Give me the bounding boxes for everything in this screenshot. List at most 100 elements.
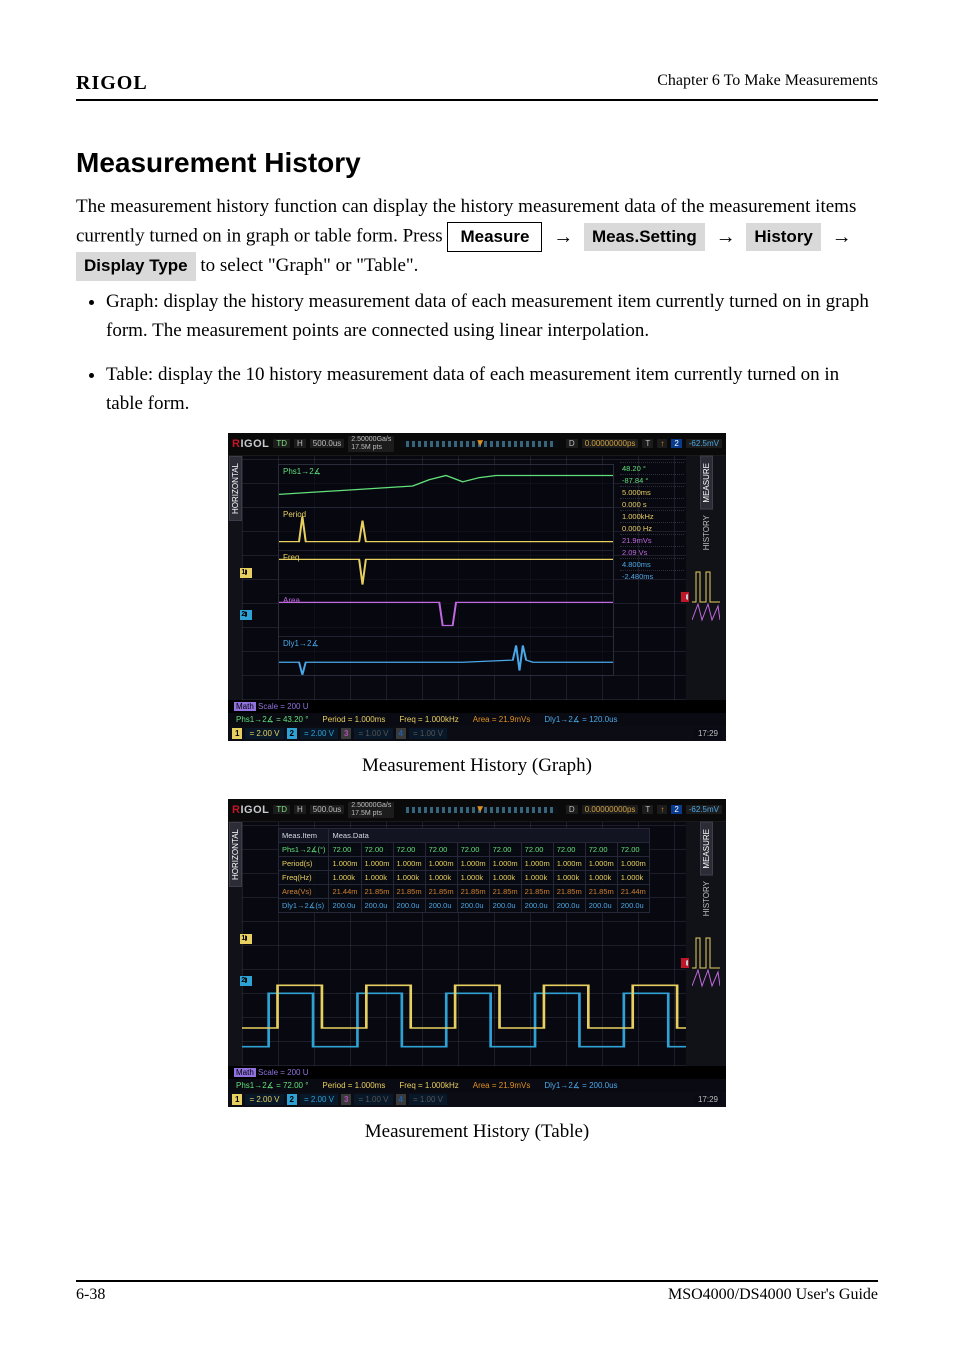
ch4-chip[interactable]: 4 xyxy=(396,728,406,739)
trigger-level: -62.5mV xyxy=(686,439,722,448)
ch2-scale: 2.00 V xyxy=(311,729,334,738)
ch1-chip[interactable]: 1 xyxy=(232,1094,242,1105)
ch3-chip[interactable]: 3 xyxy=(341,728,351,739)
horizontal-tab[interactable]: HORIZONTAL xyxy=(229,822,242,887)
table-row: Period(s)1.000m1.000m1.000m1.000m1.000m1… xyxy=(279,856,650,870)
trigger-level-marker-icon: ◀ xyxy=(681,592,689,602)
status-phase: Phs1→2∡ = 43.20 ° xyxy=(236,715,308,724)
displaytype-softkey[interactable]: Display Type xyxy=(76,252,196,281)
table-row: Freq(Hz)1.000k1.000k1.000k1.000k1.000k1.… xyxy=(279,870,650,884)
list-item: Graph: display the history measurement d… xyxy=(106,287,878,346)
arrow-icon: → xyxy=(547,226,579,248)
trend-min: 0.000 Hz xyxy=(620,522,684,534)
ch3-scale: 1.00 V xyxy=(365,729,388,738)
ch1-chip[interactable]: 1 xyxy=(232,728,242,739)
scope-topbar: RIGOL TD H 500.0us 2.50000Ga/s17.5M pts … xyxy=(228,433,726,456)
waveform-screen: 1▶ 2▶ ◀ Meas.ItemMeas.Data Phs1→2∡(°)72.… xyxy=(242,822,686,1066)
memory-buffer-bar: ▼ xyxy=(402,806,558,814)
trend-min: -2.480ms xyxy=(620,570,684,582)
memory-buffer-bar: ▼ xyxy=(402,440,558,448)
delay-value: 0.00000000ps xyxy=(582,805,639,814)
delay-value: 0.00000000ps xyxy=(582,439,639,448)
trend-max: 5.000ms xyxy=(620,486,684,498)
page-number: 6-38 xyxy=(76,1286,105,1304)
status-freq: Freq = 1.000kHz xyxy=(399,1081,458,1090)
t-chip: T xyxy=(642,439,653,448)
h-chip: H xyxy=(294,805,306,814)
trend-min: 2.09 Vs xyxy=(620,546,684,558)
math-row: Math Scale = 200 U xyxy=(228,1066,726,1079)
trend-right-values: 48.20 ° -87.84 ° 5.000ms 0.000 s 1.000kH… xyxy=(620,462,684,582)
trend-min: -87.84 ° xyxy=(620,474,684,486)
chapter-title: Chapter 6 To Make Measurements xyxy=(657,72,878,90)
page-footer: 6-38 MSO4000/DS4000 User's Guide xyxy=(76,1280,878,1304)
scope-screenshot-table: RIGOL TD H 500.0us 2.50000Ga/s17.5M pts … xyxy=(228,799,726,1107)
timebase-value: 500.0us xyxy=(310,439,344,448)
table-row: Phs1→2∡(°)72.0072.0072.0072.0072.0072.00… xyxy=(279,842,650,856)
ch1-ground-marker-icon: 1▶ xyxy=(240,568,252,578)
table-row: Dly1→2∡(s)200.0u200.0u200.0u200.0u200.0u… xyxy=(279,898,650,912)
h-chip: H xyxy=(294,439,306,448)
trigger-channel: 2 xyxy=(671,805,681,814)
math-scale: Scale = 200 U xyxy=(258,1068,308,1077)
right-tabs: MEASURE HISTORY xyxy=(686,456,726,700)
ch1-scale: 2.00 V xyxy=(256,729,279,738)
intro-text-2: to select "Graph" or "Table". xyxy=(200,255,418,276)
trend-max: 4.800ms xyxy=(620,558,684,570)
ch2-ground-marker-icon: 2▶ xyxy=(240,610,252,620)
status-delay: Dly1→2∡ = 120.0us xyxy=(544,715,617,724)
horizontal-tab[interactable]: HORIZONTAL xyxy=(229,456,242,521)
status-delay: Dly1→2∡ = 200.0us xyxy=(544,1081,617,1090)
t-chip: T xyxy=(642,805,653,814)
trigger-level-marker-icon: ◀ xyxy=(681,958,689,968)
trigger-level: -62.5mV xyxy=(686,805,722,814)
arrow-icon: → xyxy=(710,226,742,248)
history-tab[interactable]: HISTORY xyxy=(701,509,712,556)
trend-min: 0.000 s xyxy=(620,498,684,510)
clock-time: 17:29 xyxy=(694,1094,722,1105)
measure-tab[interactable]: MEASURE xyxy=(700,456,713,510)
measure-tab[interactable]: MEASURE xyxy=(700,822,713,876)
arrow-icon: → xyxy=(826,226,858,248)
logo-IGOL: IGOL xyxy=(240,804,269,816)
preview-waveform-icon xyxy=(692,928,720,988)
ch2-chip[interactable]: 2 xyxy=(287,728,297,739)
ch3-mode: = xyxy=(358,729,363,738)
ch1-mode: = xyxy=(249,729,254,738)
status-area: Area = 21.9mVs xyxy=(473,1081,531,1090)
table-header-item: Meas.Item xyxy=(279,828,329,842)
status-phase: Phs1→2∡ = 72.00 ° xyxy=(236,1081,308,1090)
scope-screenshot-graph: RIGOL TD H 500.0us 2.50000Ga/s17.5M pts … xyxy=(228,433,726,741)
bullet-list: Graph: display the history measurement d… xyxy=(76,287,878,419)
trigger-edge-icon: ↑ xyxy=(657,805,667,814)
ch4-chip[interactable]: 4 xyxy=(396,1094,406,1105)
right-tabs: MEASURE HISTORY xyxy=(686,822,726,1066)
scope-topbar: RIGOL TD H 500.0us 2.50000Ga/s17.5M pts … xyxy=(228,799,726,822)
intro-paragraph: The measurement history function can dis… xyxy=(76,193,878,281)
figure-caption-2: Measurement History (Table) xyxy=(76,1121,878,1143)
history-tab[interactable]: HISTORY xyxy=(701,875,712,922)
table-header-data: Meas.Data xyxy=(329,828,649,842)
meassetting-softkey[interactable]: Meas.Setting xyxy=(584,223,705,252)
preview-waveform-icon xyxy=(692,562,720,622)
channel-bar: 1 = 2.00 V 2 = 2.00 V 3 = 1.00 V 4 = 1.0… xyxy=(228,1092,726,1107)
history-softkey[interactable]: History xyxy=(746,223,821,252)
brand-text: RIGOL xyxy=(76,72,148,94)
math-chip: Math xyxy=(234,702,256,711)
measurement-status-row: Phs1→2∡ = 43.20 ° Period = 1.000ms Freq … xyxy=(228,713,726,726)
trigger-edge-icon: ↑ xyxy=(657,439,667,448)
left-tabs: HORIZONTAL xyxy=(228,456,242,700)
run-state-chip: TD xyxy=(273,805,290,814)
math-chip: Math xyxy=(234,1068,256,1077)
trigger-channel: 2 xyxy=(671,439,681,448)
ch3-chip[interactable]: 3 xyxy=(341,1094,351,1105)
trend-max: 48.20 ° xyxy=(620,462,684,474)
list-item: Table: display the 10 history measuremen… xyxy=(106,360,878,419)
measure-button[interactable]: Measure xyxy=(447,222,542,253)
ch2-chip[interactable]: 2 xyxy=(287,1094,297,1105)
document-title: MSO4000/DS4000 User's Guide xyxy=(105,1286,878,1304)
clock-time: 17:29 xyxy=(694,728,722,739)
samplerate-chip: 2.50000Ga/s17.5M pts xyxy=(348,436,394,452)
math-scale: Scale = 200 U xyxy=(258,702,308,711)
ch4-mode: = xyxy=(413,729,418,738)
